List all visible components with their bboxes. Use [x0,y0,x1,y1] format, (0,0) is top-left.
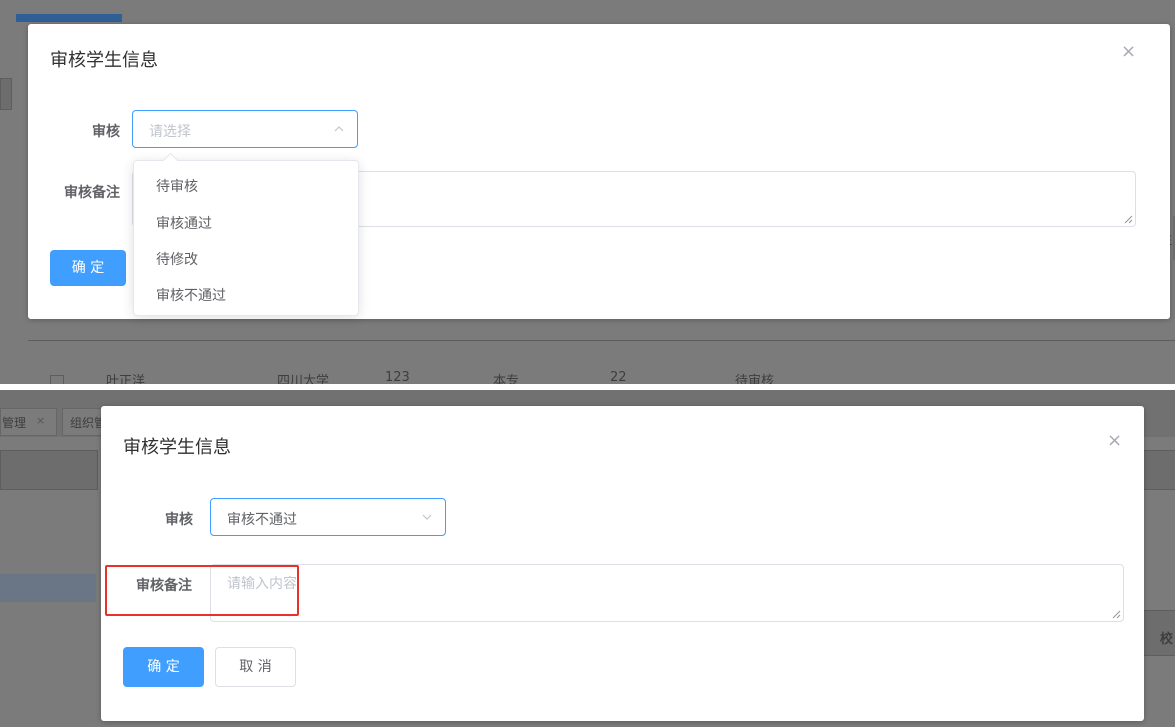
bg-divider [28,340,1175,341]
close-icon[interactable]: × [1121,43,1136,61]
bg-selected-row [0,574,96,602]
bg-cell-age: 22 [610,370,627,384]
bg-cell-status: 待审核 [735,374,775,384]
remark-label: 审核备注 [64,185,120,201]
screenshot-bottom-panel: 管理 × 组织管 校 审核学生信息 × 审核 审核不通过 审核备注 请输入内容 … [0,390,1175,727]
audit-select[interactable]: 审核不通过 [210,498,446,536]
bg-cell-school: 四川大学 [277,374,330,384]
annotation-highlight-box [105,565,299,616]
dialog-title: 审核学生信息 [123,437,231,458]
bg-cell-level: 本专 [493,374,520,384]
confirm-button[interactable]: 确 定 [50,250,126,286]
resize-handle-icon[interactable] [1124,215,1133,224]
chevron-down-icon [422,514,432,520]
bg-cell-id: 123 [385,370,410,384]
audit-label: 审核 [92,124,120,140]
bg-input-edge [0,450,98,490]
audit-dialog: 审核学生信息 × 审核 请选择 审核备注 确 定 待审核 审核通过 待修改 审核… [28,24,1170,319]
bg-input-edge [0,78,12,110]
cancel-button[interactable]: 取 消 [215,647,296,687]
screenshot-top-panel: 叶正洋 四川大学 123 本专 22 待审核 注 审核学生信息 × 审核 请选择… [0,0,1175,384]
confirm-button[interactable]: 确 定 [123,647,204,687]
audit-dropdown-menu: 待审核 审核通过 待修改 审核不通过 [133,160,359,316]
bg-column-header-edge: 校 [1160,632,1174,647]
audit-select-value: 审核不通过 [227,512,297,528]
bg-header-tab [16,14,122,22]
bg-tab-1-label: 管理 [2,416,27,430]
resize-handle-icon[interactable] [1112,610,1121,619]
audit-dialog-filled: 审核学生信息 × 审核 审核不通过 审核备注 请输入内容 确 定 取 消 [101,406,1144,721]
bg-cell-name: 叶正洋 [106,374,146,384]
remark-textarea[interactable]: 请输入内容 [210,564,1124,622]
close-icon[interactable]: × [1107,432,1122,450]
dropdown-option-approved[interactable]: 审核通过 [156,213,212,233]
chevron-up-icon [334,126,344,132]
audit-select-placeholder: 请选择 [149,124,191,140]
audit-label: 审核 [165,512,193,528]
bg-row-checkbox [50,375,64,384]
audit-select[interactable]: 请选择 [132,110,358,148]
dropdown-option-pending[interactable]: 待审核 [156,176,198,196]
dropdown-option-rejected[interactable]: 审核不通过 [156,285,226,305]
dialog-title: 审核学生信息 [50,50,158,71]
bg-tab-1-close: × [36,414,46,427]
dropdown-option-needs-revision[interactable]: 待修改 [156,249,198,269]
